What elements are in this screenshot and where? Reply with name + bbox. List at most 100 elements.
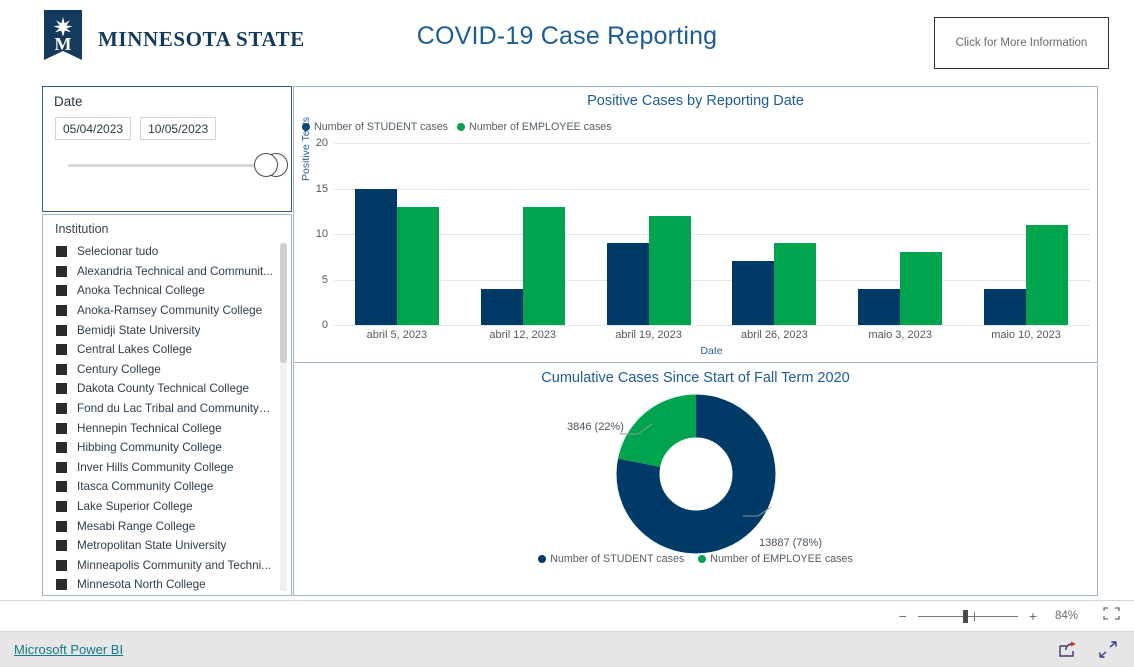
institution-list-item[interactable]: Selecionar tudo [43,242,291,262]
bar-series-container [334,143,1089,325]
institution-label: Anoka Technical College [77,284,205,298]
institution-label: Central Lakes College [77,343,192,357]
institution-list-item[interactable]: Dakota County Technical College [43,379,291,399]
institution-list[interactable]: Selecionar tudo Alexandria Technical and … [43,242,291,594]
institution-checkbox[interactable] [56,559,67,571]
institution-checkbox[interactable] [56,442,67,454]
institution-list-item[interactable]: Bemidji State University [43,320,291,340]
institution-checkbox[interactable] [56,501,67,513]
donut-legend-item-student[interactable]: Number of STUDENT cases [538,553,684,565]
legend-item-student[interactable]: Number of STUDENT cases [302,121,448,133]
more-information-button[interactable]: Click for More Information [934,17,1109,69]
bar-chart-title: Positive Cases by Reporting Date [587,93,804,109]
bar-employee[interactable] [900,252,943,325]
legend-item-employee[interactable]: Number of EMPLOYEE cases [457,121,612,133]
power-bi-link[interactable]: Microsoft Power BI [14,642,123,657]
institution-checkbox[interactable] [56,579,67,591]
fit-to-page-icon[interactable] [1103,607,1120,625]
bar-student[interactable] [354,188,397,325]
institution-checkbox[interactable] [56,363,67,375]
bar-group [858,143,943,325]
institution-checkbox[interactable] [56,520,67,532]
institution-checkbox[interactable] [56,246,67,258]
institution-list-item[interactable]: Mesabi Range College [43,516,291,536]
bar-student[interactable] [732,261,775,325]
institution-checkbox[interactable] [56,481,67,493]
bar-student[interactable] [984,288,1027,325]
institution-list-item[interactable]: Lake Superior College [43,497,291,517]
bar-student[interactable] [606,243,649,325]
date-start-input[interactable]: 05/04/2023 [55,117,132,140]
x-axis-tick-label: abril 26, 2023 [741,329,808,341]
institution-list-item[interactable]: Century College [43,360,291,380]
app-header: M MINNESOTA STATE COVID-19 Case Reportin… [0,0,1134,78]
institution-list-item[interactable]: Itasca Community College [43,477,291,497]
institution-list-item[interactable]: Inver Hills Community College [43,458,291,478]
institution-checkbox[interactable] [56,285,67,297]
zoom-in-button[interactable]: + [1029,608,1037,624]
bar-employee[interactable] [1026,224,1069,325]
zoom-out-button[interactable]: − [899,608,907,624]
institution-checkbox[interactable] [56,344,67,356]
institution-list-item[interactable]: Anoka Technical College [43,281,291,301]
institution-scrollbar[interactable] [280,243,287,591]
institution-label: Hibbing Community College [77,441,222,455]
date-slicer-panel: Date 05/04/2023 10/05/2023 [42,86,292,212]
bar-employee[interactable] [522,206,565,325]
institution-checkbox[interactable] [56,324,67,336]
bar-group [732,143,817,325]
institution-list-item[interactable]: Hennepin Technical College [43,418,291,438]
bar-student[interactable] [858,288,901,325]
institution-checkbox[interactable] [56,461,67,473]
institution-label: Century College [77,362,161,376]
institution-checkbox[interactable] [56,383,67,395]
institution-checkbox[interactable] [56,422,67,434]
institution-checkbox[interactable] [56,403,67,415]
donut-chart-title: Cumulative Cases Since Start of Fall Ter… [541,370,850,386]
institution-label: Dakota County Technical College [77,382,249,396]
institution-label: Metropolitan State University [77,539,227,553]
bar-chart-x-axis-labels: abril 5, 2023 abril 12, 2023 abril 19, 202… [334,329,1089,341]
institution-label: Minneapolis Community and Techni... [77,558,272,572]
institution-list-item[interactable]: Central Lakes College [43,340,291,360]
bar-employee[interactable] [396,206,439,325]
bar-employee[interactable] [648,215,691,325]
institution-label: Fond du Lac Tribal and Community C... [77,402,273,416]
institution-list-item[interactable]: Anoka-Ramsey Community College [43,301,291,321]
donut-legend-item-employee[interactable]: Number of EMPLOYEE cases [698,553,853,565]
institution-list-item[interactable]: Metropolitan State University [43,536,291,556]
institution-checkbox[interactable] [56,305,67,317]
legend-dot-employee-icon [457,123,466,131]
institution-checkbox[interactable] [56,265,67,277]
institution-label: Lake Superior College [77,500,193,514]
bar-employee[interactable] [774,243,817,325]
institution-list-item[interactable]: Fond du Lac Tribal and Community C... [43,399,291,419]
zoom-slider-thumb[interactable] [962,609,968,623]
date-slider-track[interactable] [68,164,282,167]
date-range-slider[interactable] [68,153,288,179]
fullscreen-icon[interactable] [1099,641,1118,658]
donut-legend-label-student: Number of STUDENT cases [550,553,685,565]
zoom-slider[interactable] [917,609,1018,623]
share-icon[interactable] [1058,641,1077,658]
institution-list-item[interactable]: Hibbing Community College [43,438,291,458]
bar-chart-plot-area: Positive Tests 0 5 10 15 20 [300,117,1089,331]
bar-group [480,143,565,325]
institution-list-item[interactable]: Alexandria Technical and Communit... [43,262,291,282]
status-bar: − + 84% [0,600,1134,632]
bar-chart-legend: Number of STUDENT cases Number of EMPLOY… [302,121,612,133]
bar-chart-x-axis-title: Date [700,345,723,357]
institution-list-item[interactable]: Minnesota North College [43,575,291,594]
bar-student[interactable] [480,288,523,325]
date-slider-handle-left[interactable] [254,153,278,177]
donut-data-label-student: 13887 (78%) [759,537,822,549]
bar-group [606,143,691,325]
date-end-input[interactable]: 10/05/2023 [140,117,217,140]
y-axis-tick-label: 5 [321,273,328,286]
institution-label: Bemidji State University [77,323,201,337]
institution-slicer-title: Institution [55,222,109,236]
institution-checkbox[interactable] [56,540,67,552]
donut-chart-svg[interactable] [496,394,896,554]
institution-scrollbar-thumb[interactable] [280,243,287,363]
institution-list-item[interactable]: Minneapolis Community and Techni... [43,556,291,576]
